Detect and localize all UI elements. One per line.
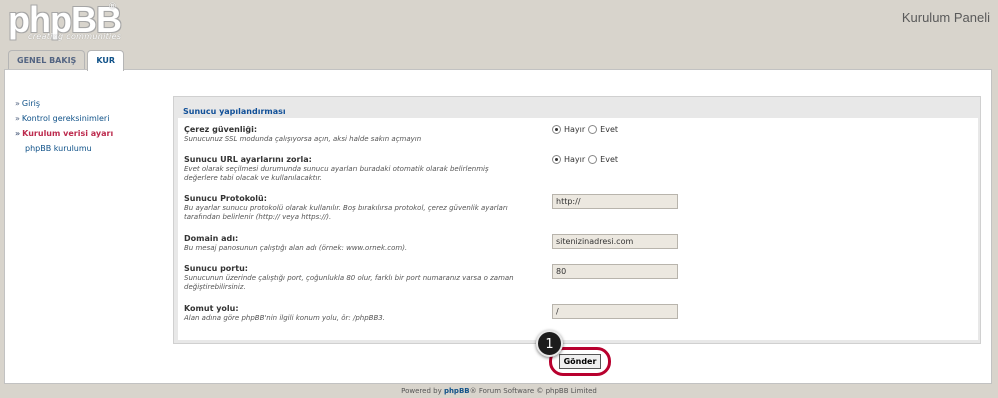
radio-yes[interactable] (588, 125, 598, 134)
sidebar-item-intro[interactable]: » Giriş (9, 96, 169, 111)
tab-install[interactable]: KUR (87, 50, 125, 71)
field-description: Sunucunun üzerinde çalıştığı port, çoğun… (184, 274, 514, 291)
field-description: Evet olarak seçilmesi durumunda sunucu a… (184, 165, 489, 182)
fieldset-legend: Sunucu yapılandırması (183, 107, 286, 116)
server-protocol-input[interactable]: http:// (552, 194, 678, 209)
radio-no-label: Hayır (564, 125, 586, 134)
step-number-badge: 1 (536, 330, 563, 357)
sidebar-item-label: phpBB kurulumu (25, 144, 92, 153)
radio-no[interactable] (552, 155, 561, 164)
server-config-fieldset: Çerez güvenliği: Sunucunuz SSL modunda ç… (178, 118, 978, 340)
server-name-input[interactable]: sitenizinadresi.com (552, 234, 678, 249)
bullet-icon: » (15, 129, 21, 138)
main-panel: » Giriş » Kontrol gereksinimleri » Kurulum … (4, 69, 992, 384)
sidebar-item-install-data[interactable]: » Kurulum verisi ayarı (9, 126, 169, 141)
footer-prefix: Powered by (401, 387, 444, 395)
force-server-vars-row: Sunucu URL ayarlarını zorla: Evet olarak… (184, 155, 974, 183)
script-path-row: Komut yolu: Alan adına göre phpBB'nin il… (184, 304, 974, 323)
field-description: Alan adına göre phpBB'nin ilgili konum y… (184, 314, 385, 322)
settings-content: Sunucu yapılandırması Çerez güvenliği: S… (173, 96, 981, 344)
field-description: Sunucunuz SSL modunda çalışıyorsa açın, … (184, 135, 422, 143)
bullet-icon: » (15, 99, 20, 108)
tab-overview[interactable]: GENEL BAKIŞ (8, 50, 86, 70)
submit-button[interactable]: Gönder (559, 354, 601, 369)
logo-registered-mark: ® (108, 2, 117, 12)
footer: Powered by phpBB® Forum Software © phpBB… (0, 387, 998, 395)
logo-tagline: creating communities (28, 32, 122, 41)
server-port-row: Sunucu portu: Sunucunun üzerinde çalıştı… (184, 264, 974, 292)
cookie-secure-row: Çerez güvenliği: Sunucunuz SSL modunda ç… (184, 125, 974, 144)
header: phpBB ® creating communities Kurulum Pan… (0, 0, 998, 48)
radio-yes-label: Evet (600, 125, 619, 134)
sidebar-item-requirements[interactable]: » Kontrol gereksinimleri (9, 111, 169, 126)
field-description: Bu mesaj panosunun çalıştığı alan adı (ö… (184, 244, 408, 252)
radio-no[interactable] (552, 125, 561, 134)
radio-yes-label: Evet (600, 155, 619, 164)
field-description: Bu ayarlar sunucu protokolü olarak kulla… (184, 204, 508, 221)
footer-phpbb-link[interactable]: phpBB (444, 387, 470, 395)
server-protocol-row: Sunucu Protokolü: Bu ayarlar sunucu prot… (184, 194, 974, 222)
sidebar-item-label: Kontrol gereksinimleri (21, 114, 110, 123)
force-server-vars-radios: Hayır Evet (552, 155, 618, 164)
cookie-secure-radios: Hayır Evet (552, 125, 618, 134)
sidebar-item-phpbb-install[interactable]: phpBB kurulumu (9, 141, 169, 156)
panel-title: Kurulum Paneli (901, 10, 990, 25)
tab-bar: GENEL BAKIŞ KUR (8, 50, 125, 71)
footer-suffix: ® Forum Software © phpBB Limited (469, 387, 597, 395)
sidebar-item-label: Giriş (21, 99, 41, 108)
radio-yes[interactable] (588, 155, 598, 164)
script-path-input[interactable]: / (552, 304, 678, 319)
bullet-icon: » (15, 114, 20, 123)
sidebar: » Giriş » Kontrol gereksinimleri » Kurulum … (9, 96, 169, 156)
server-name-row: Domain adı: Bu mesaj panosunun çalıştığı… (184, 234, 974, 253)
radio-no-label: Hayır (564, 155, 586, 164)
server-port-input[interactable]: 80 (552, 264, 678, 279)
sidebar-item-label: Kurulum verisi ayarı (22, 129, 114, 138)
